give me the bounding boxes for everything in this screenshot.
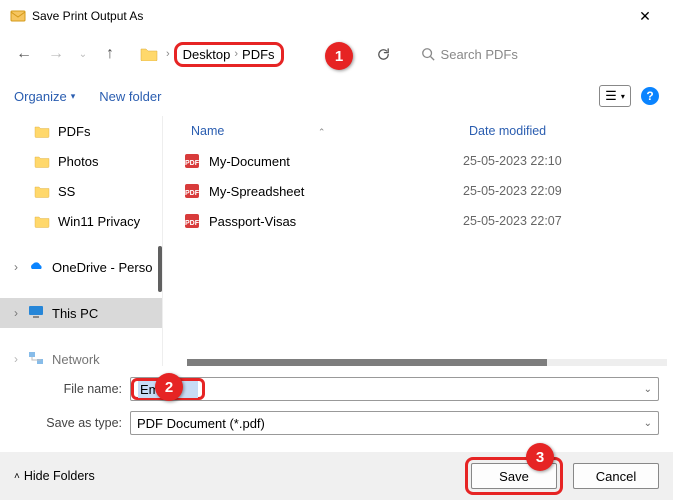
app-icon xyxy=(10,8,26,24)
title-bar: Save Print Output As ✕ xyxy=(0,0,673,32)
onedrive-icon xyxy=(28,260,44,275)
folder-icon xyxy=(34,125,50,138)
window-title: Save Print Output As xyxy=(32,9,623,23)
toolbar: Organize ▾ New folder ☰ ▾ ? xyxy=(0,76,673,116)
file-row[interactable]: PDF Passport-Visas25-05-2023 22:07 xyxy=(163,206,673,236)
cancel-button[interactable]: Cancel xyxy=(573,463,659,489)
breadcrumb[interactable]: › Desktop › PDFs xyxy=(134,40,290,68)
help-button[interactable]: ? xyxy=(641,87,659,105)
saveastype-label: Save as type: xyxy=(0,416,130,430)
body-area: PDFs Photos SS Win11 Privacy OneDrive - … xyxy=(0,116,673,366)
pdf-icon: PDF xyxy=(183,212,201,230)
file-name: My-Document xyxy=(209,154,463,169)
chevron-down-icon[interactable]: ⌄ xyxy=(644,384,652,395)
file-date: 25-05-2023 22:09 xyxy=(463,184,562,198)
file-date: 25-05-2023 22:10 xyxy=(463,154,562,168)
chevron-down-icon: ▾ xyxy=(71,91,76,102)
folder-icon xyxy=(140,47,158,61)
column-headers[interactable]: Name ⌃ Date modified xyxy=(163,116,673,146)
callout-2: 2 xyxy=(155,373,183,401)
breadcrumb-highlight: Desktop › PDFs xyxy=(174,42,284,67)
chevron-up-icon: ˄ xyxy=(14,471,20,482)
sidebar-item-ss[interactable]: SS xyxy=(0,176,162,206)
pc-icon xyxy=(28,305,44,322)
file-list[interactable]: Name ⌃ Date modified PDFMy-Document25-05… xyxy=(162,116,673,366)
organize-menu[interactable]: Organize ▾ xyxy=(14,89,75,104)
sidebar-item-network[interactable]: Network xyxy=(0,344,162,366)
chevron-down-icon[interactable]: ⌄ xyxy=(644,418,652,429)
close-button[interactable]: ✕ xyxy=(623,1,667,31)
search-placeholder: Search PDFs xyxy=(441,47,518,62)
sidebar-item-win11privacy[interactable]: Win11 Privacy xyxy=(0,206,162,236)
chevron-down-icon: ▾ xyxy=(621,92,625,101)
pdf-icon: PDF xyxy=(183,152,201,170)
save-fields: File name: ⌄ Save as type: PDF Document … xyxy=(0,366,673,450)
back-button[interactable]: ← xyxy=(10,40,38,68)
saveastype-select[interactable]: PDF Document (*.pdf) ⌄ xyxy=(130,411,659,435)
file-row[interactable]: PDF My-Spreadsheet25-05-2023 22:09 xyxy=(163,176,673,206)
filename-input-wrapper[interactable]: ⌄ xyxy=(130,377,659,401)
callout-3: 3 xyxy=(526,443,554,471)
callout-1: 1 xyxy=(325,42,353,70)
saveastype-value: PDF Document (*.pdf) xyxy=(137,416,265,431)
forward-button[interactable]: → xyxy=(42,40,70,68)
svg-text:PDF: PDF xyxy=(185,160,200,167)
folder-icon xyxy=(34,185,50,198)
pdf-icon: PDF xyxy=(183,182,201,200)
folder-icon xyxy=(34,155,50,168)
sort-indicator-icon: ⌃ xyxy=(318,127,326,137)
nav-bar: ← → ⌄ ↑ › Desktop › PDFs 1 ⌄ Search PDFs xyxy=(0,32,673,76)
nav-tree[interactable]: PDFs Photos SS Win11 Privacy OneDrive - … xyxy=(0,116,162,366)
new-folder-button[interactable]: New folder xyxy=(99,89,161,104)
svg-text:PDF: PDF xyxy=(185,220,200,227)
svg-text:PDF: PDF xyxy=(185,190,200,197)
network-icon xyxy=(28,351,44,367)
column-name[interactable]: Name ⌃ xyxy=(163,124,463,138)
sidebar-item-onedrive[interactable]: OneDrive - Perso xyxy=(0,252,162,282)
recent-dropdown[interactable]: ⌄ xyxy=(74,40,92,68)
file-name: Passport-Visas xyxy=(209,214,463,229)
up-button[interactable]: ↑ xyxy=(96,40,124,68)
file-date: 25-05-2023 22:07 xyxy=(463,214,562,228)
sidebar-item-photos[interactable]: Photos xyxy=(0,146,162,176)
filename-label: File name: xyxy=(0,382,130,396)
file-row[interactable]: PDF My-Document25-05-2023 22:10 xyxy=(163,146,673,176)
breadcrumb-seg-pdfs[interactable]: PDFs xyxy=(242,47,275,62)
column-date-modified[interactable]: Date modified xyxy=(463,124,673,138)
sidebar-item-pdfs[interactable]: PDFs xyxy=(0,116,162,146)
search-input[interactable]: Search PDFs xyxy=(412,39,663,69)
horizontal-scrollbar[interactable] xyxy=(187,359,667,366)
scrollbar-thumb[interactable] xyxy=(187,359,547,366)
file-name: My-Spreadsheet xyxy=(209,184,463,199)
refresh-button[interactable] xyxy=(370,40,398,68)
hide-folders-button[interactable]: ˄ Hide Folders xyxy=(14,469,95,483)
sidebar-item-thispc[interactable]: This PC xyxy=(0,298,162,328)
search-icon xyxy=(421,47,435,61)
chevron-right-icon: › xyxy=(232,48,240,60)
breadcrumb-seg-desktop[interactable]: Desktop xyxy=(183,47,231,62)
chevron-right-icon: › xyxy=(164,48,172,60)
bottom-bar: ˄ Hide Folders Save Cancel xyxy=(0,452,673,500)
folder-icon xyxy=(34,215,50,228)
view-options-button[interactable]: ☰ ▾ xyxy=(599,85,631,107)
